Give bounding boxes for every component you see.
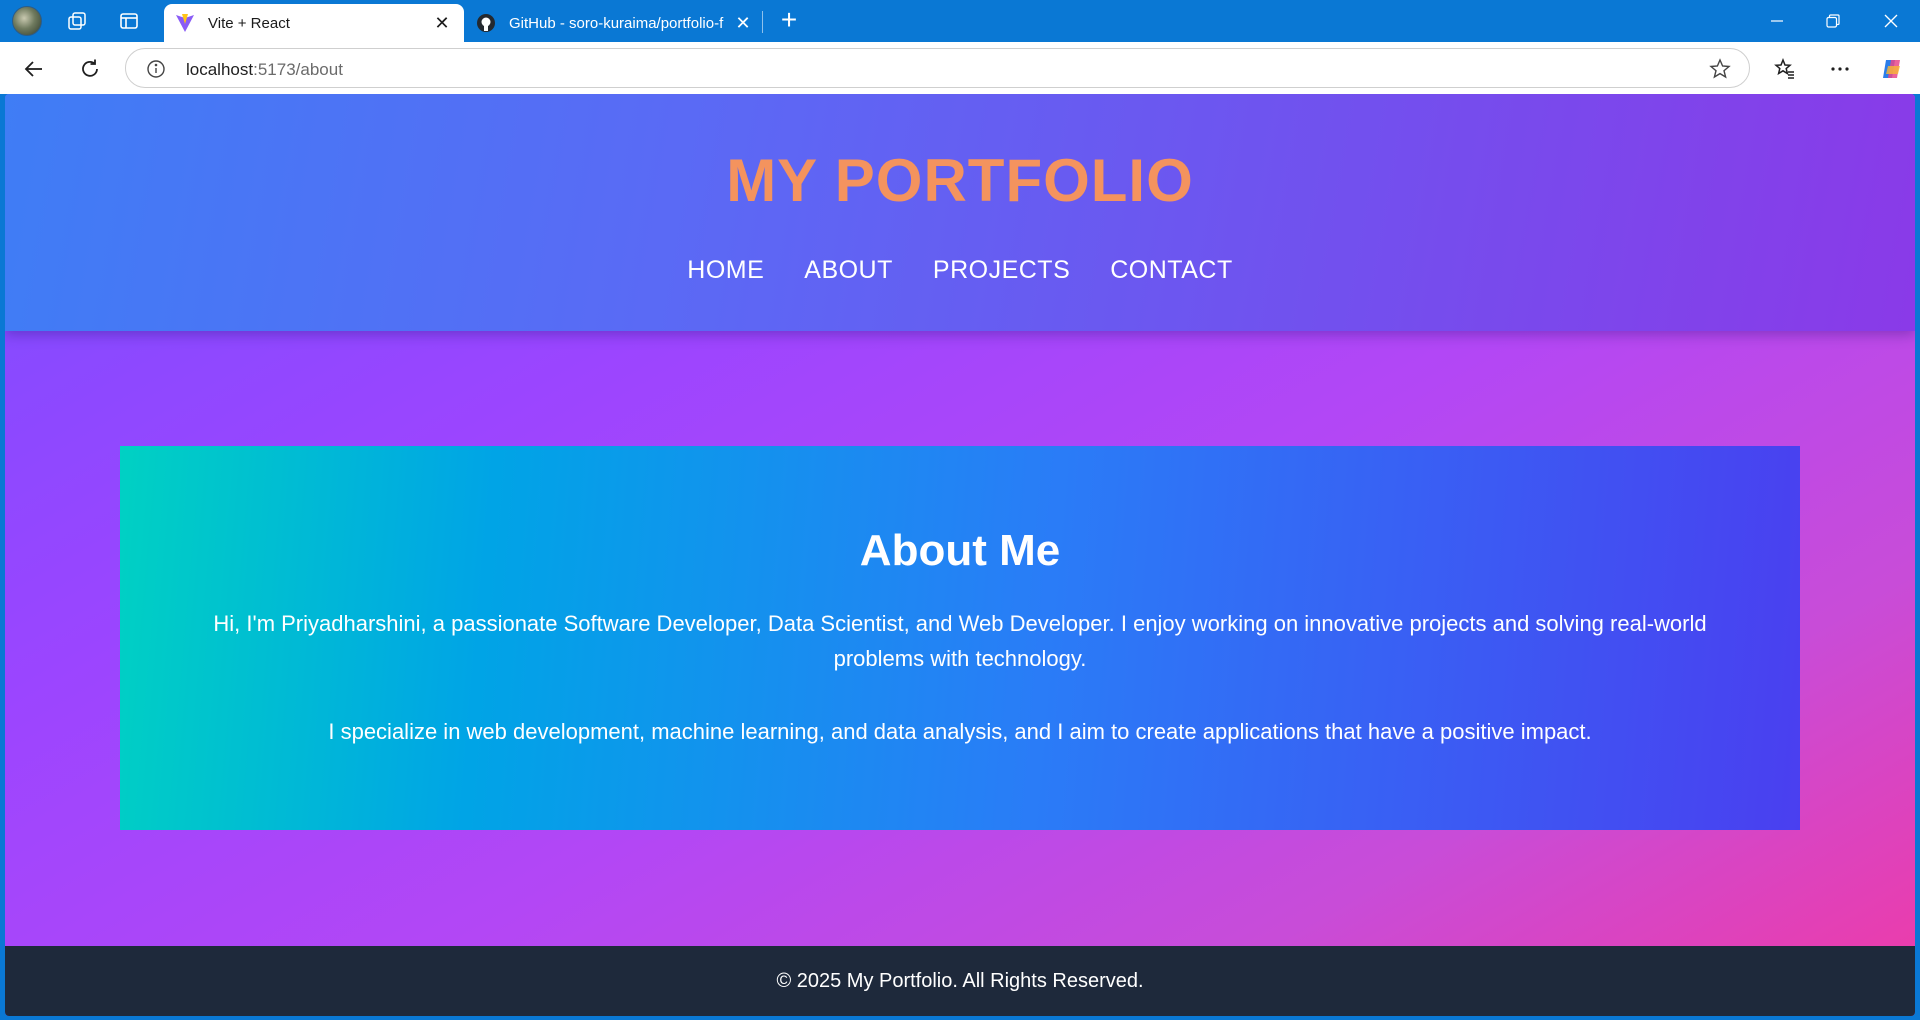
minimize-icon[interactable] (1764, 8, 1790, 34)
about-paragraph-2: I specialize in web development, machine… (328, 719, 1592, 744)
about-section: About Me Hi, I'm Priyadharshini, a passi… (120, 446, 1800, 830)
nav-contact-link[interactable]: CONTACT (1110, 256, 1232, 285)
about-paragraph-1: Hi, I'm Priyadharshini, a passionate Sof… (213, 611, 1707, 671)
about-heading: About Me (859, 526, 1061, 575)
main-nav: HOME ABOUT PROJECTS CONTACT (5, 256, 1915, 285)
tab-separator (762, 11, 763, 33)
page-viewport: MY PORTFOLIO HOME ABOUT PROJECTS CONTACT… (5, 94, 1915, 1016)
new-tab-button[interactable]: + (776, 6, 802, 34)
tab-github[interactable]: GitHub - soro-kuraima/portfolio-f ✕ (465, 4, 765, 42)
site-title: MY PORTFOLIO (726, 147, 1194, 214)
address-bar: localhost:5173/about (0, 42, 1920, 94)
close-window-icon[interactable] (1878, 8, 1904, 34)
tab-title: Vite + React (208, 14, 290, 32)
url-input[interactable]: localhost:5173/about (125, 48, 1750, 88)
url-host: localhost (186, 60, 254, 79)
back-arrow-icon[interactable] (20, 55, 48, 83)
site-footer: © 2025 My Portfolio. All Rights Reserved… (5, 946, 1915, 1016)
favorite-star-icon[interactable] (1709, 58, 1731, 80)
tab-actions-icon[interactable] (116, 8, 142, 34)
close-tab-icon[interactable]: ✕ (733, 13, 753, 33)
nav-about-link[interactable]: ABOUT (804, 256, 893, 285)
workspaces-icon[interactable] (64, 8, 90, 34)
nav-projects-link[interactable]: PROJECTS (933, 256, 1070, 285)
more-options-icon[interactable] (1826, 55, 1854, 83)
url-path: :5173/about (253, 60, 343, 79)
url-text: localhost:5173/about (186, 60, 343, 80)
vite-icon (174, 12, 196, 34)
github-icon (475, 12, 497, 34)
site-header: MY PORTFOLIO HOME ABOUT PROJECTS CONTACT (5, 94, 1915, 331)
browser-tab-bar: Vite + React ✕ GitHub - soro-kuraima/por… (0, 0, 1920, 42)
tab-vite-react[interactable]: Vite + React ✕ (164, 4, 464, 42)
site-info-icon[interactable] (146, 59, 166, 79)
nav-home-link[interactable]: HOME (687, 256, 764, 285)
tab-title: GitHub - soro-kuraima/portfolio-f (509, 14, 724, 32)
favorites-icon[interactable] (1771, 55, 1799, 83)
close-tab-icon[interactable]: ✕ (432, 13, 452, 33)
profile-avatar[interactable] (12, 6, 42, 36)
footer-copyright: © 2025 My Portfolio. All Rights Reserved… (776, 970, 1144, 992)
restore-icon[interactable] (1820, 8, 1846, 34)
copilot-icon[interactable] (1879, 55, 1907, 83)
refresh-icon[interactable] (76, 55, 104, 83)
